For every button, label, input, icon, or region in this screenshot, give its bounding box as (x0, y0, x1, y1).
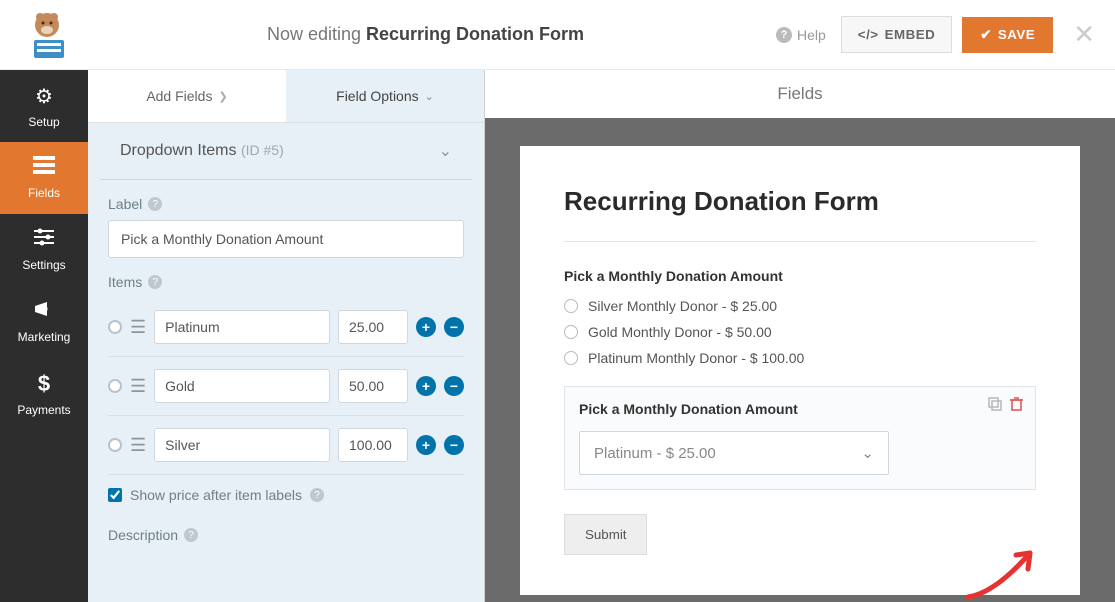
help-tooltip-icon[interactable]: ? (184, 528, 198, 542)
radio-option-label: Silver Monthly Donor - $ 25.00 (588, 298, 777, 314)
form-title: Recurring Donation Form (564, 186, 1036, 217)
selected-field-dropdown[interactable]: Pick a Monthly Donation Amount Platinum … (564, 386, 1036, 490)
item-name-input[interactable] (154, 428, 330, 462)
radio-option[interactable]: Platinum Monthly Donor - $ 100.00 (564, 350, 1036, 366)
help-tooltip-icon[interactable]: ? (148, 197, 162, 211)
items-section: Items ? ☰ + − ☰ + − ☰ (88, 274, 484, 519)
show-price-checkbox-row: Show price after item labels ? (108, 475, 464, 503)
embed-button[interactable]: </> EMBED (841, 16, 952, 53)
radio-option[interactable]: Gold Monthly Donor - $ 50.00 (564, 324, 1036, 340)
dropdown-select[interactable]: Platinum - $ 25.00 ⌄ (579, 431, 889, 475)
item-price-input[interactable] (338, 310, 408, 344)
radio-circle-icon (564, 325, 578, 339)
description-section: Description ? (88, 519, 484, 567)
label-input[interactable] (108, 220, 464, 258)
label-section: Label ? (88, 180, 484, 274)
field-actions (988, 397, 1023, 414)
item-row: ☰ + − (108, 416, 464, 475)
radio-dot[interactable] (108, 438, 122, 452)
duplicate-icon[interactable] (988, 397, 1002, 414)
help-tooltip-icon[interactable]: ? (310, 488, 324, 502)
item-price-input[interactable] (338, 369, 408, 403)
chevron-down-icon: ⌄ (861, 444, 874, 462)
panel-tabs: Add Fields ❯ Field Options ⌄ (88, 70, 484, 123)
sidebar-item-marketing[interactable]: Marketing (0, 286, 88, 358)
close-icon[interactable]: ✕ (1073, 19, 1095, 50)
topbar-title: Now editing Recurring Donation Form (75, 24, 776, 45)
canvas-header: Fields (485, 70, 1115, 118)
radio-option-label: Platinum Monthly Donor - $ 100.00 (588, 350, 804, 366)
description-caption: Description ? (108, 527, 464, 543)
main: ⚙ Setup Fields Settings Marketing $ Paym… (0, 70, 1115, 602)
left-panel: Add Fields ❯ Field Options ⌄ Dropdown It… (88, 70, 485, 602)
dropdown-label: Pick a Monthly Donation Amount (579, 401, 1021, 417)
label-caption: Label ? (108, 196, 464, 212)
sidebar-item-payments[interactable]: $ Payments (0, 358, 88, 430)
dollar-icon: $ (38, 371, 50, 397)
radio-dot[interactable] (108, 379, 122, 393)
save-button[interactable]: ✔ SAVE (962, 17, 1053, 53)
item-price-input[interactable] (338, 428, 408, 462)
radio-dot[interactable] (108, 320, 122, 334)
submit-button[interactable]: Submit (564, 514, 647, 555)
items-caption: Items ? (108, 274, 464, 290)
item-name-input[interactable] (154, 310, 330, 344)
gear-icon: ⚙ (35, 84, 53, 109)
drag-handle-icon[interactable]: ☰ (130, 376, 146, 397)
question-icon: ? (776, 27, 792, 43)
help-tooltip-icon[interactable]: ? (148, 275, 162, 289)
check-icon: ✔ (980, 27, 992, 43)
add-item-button[interactable]: + (416, 435, 436, 455)
accordion-header[interactable]: Dropdown Items (ID #5) ⌄ (100, 123, 472, 180)
drag-handle-icon[interactable]: ☰ (130, 435, 146, 456)
accordion-title: Dropdown Items (120, 142, 237, 159)
sliders-icon (34, 228, 54, 252)
show-price-checkbox[interactable] (108, 488, 122, 502)
chevron-right-icon: ❯ (218, 90, 227, 103)
sidebar-item-setup[interactable]: ⚙ Setup (0, 70, 88, 142)
grid-icon (33, 156, 55, 180)
topbar: Now editing Recurring Donation Form ? He… (0, 0, 1115, 70)
sidebar-item-label: Fields (28, 186, 60, 200)
divider (564, 241, 1036, 242)
radio-option-label: Gold Monthly Donor - $ 50.00 (588, 324, 772, 340)
chevron-down-icon: ⌄ (425, 90, 434, 103)
accordion-id: (ID #5) (241, 142, 284, 158)
sidebar-item-label: Settings (22, 258, 65, 272)
dropdown-value: Platinum - $ 25.00 (594, 445, 716, 462)
help-link[interactable]: ? Help (776, 27, 826, 43)
item-row: ☰ + − (108, 298, 464, 357)
remove-item-button[interactable]: − (444, 376, 464, 396)
trash-icon[interactable] (1010, 397, 1023, 414)
tab-field-options[interactable]: Field Options ⌄ (286, 70, 484, 122)
radio-circle-icon (564, 351, 578, 365)
canvas-inner: Recurring Donation Form Pick a Monthly D… (485, 118, 1115, 602)
sidebar-item-label: Payments (17, 403, 70, 417)
radio-option[interactable]: Silver Monthly Donor - $ 25.00 (564, 298, 1036, 314)
tab-add-fields[interactable]: Add Fields ❯ (88, 70, 286, 122)
code-icon: </> (858, 27, 879, 42)
show-price-label: Show price after item labels (130, 487, 302, 503)
sidebar-item-label: Setup (28, 115, 59, 129)
megaphone-icon (33, 300, 55, 324)
sidebar-item-label: Marketing (18, 330, 71, 344)
remove-item-button[interactable]: − (444, 317, 464, 337)
chevron-down-icon: ⌄ (439, 141, 452, 161)
radio-group-label: Pick a Monthly Donation Amount (564, 268, 1036, 284)
canvas: Fields Recurring Donation Form Pick a Mo… (485, 70, 1115, 602)
app-logo (20, 10, 75, 60)
sidebar-item-settings[interactable]: Settings (0, 214, 88, 286)
sidebar-item-fields[interactable]: Fields (0, 142, 88, 214)
remove-item-button[interactable]: − (444, 435, 464, 455)
sidebar: ⚙ Setup Fields Settings Marketing $ Paym… (0, 70, 88, 602)
item-row: ☰ + − (108, 357, 464, 416)
radio-circle-icon (564, 299, 578, 313)
add-item-button[interactable]: + (416, 376, 436, 396)
item-name-input[interactable] (154, 369, 330, 403)
add-item-button[interactable]: + (416, 317, 436, 337)
drag-handle-icon[interactable]: ☰ (130, 317, 146, 338)
form-card: Recurring Donation Form Pick a Monthly D… (520, 146, 1080, 595)
